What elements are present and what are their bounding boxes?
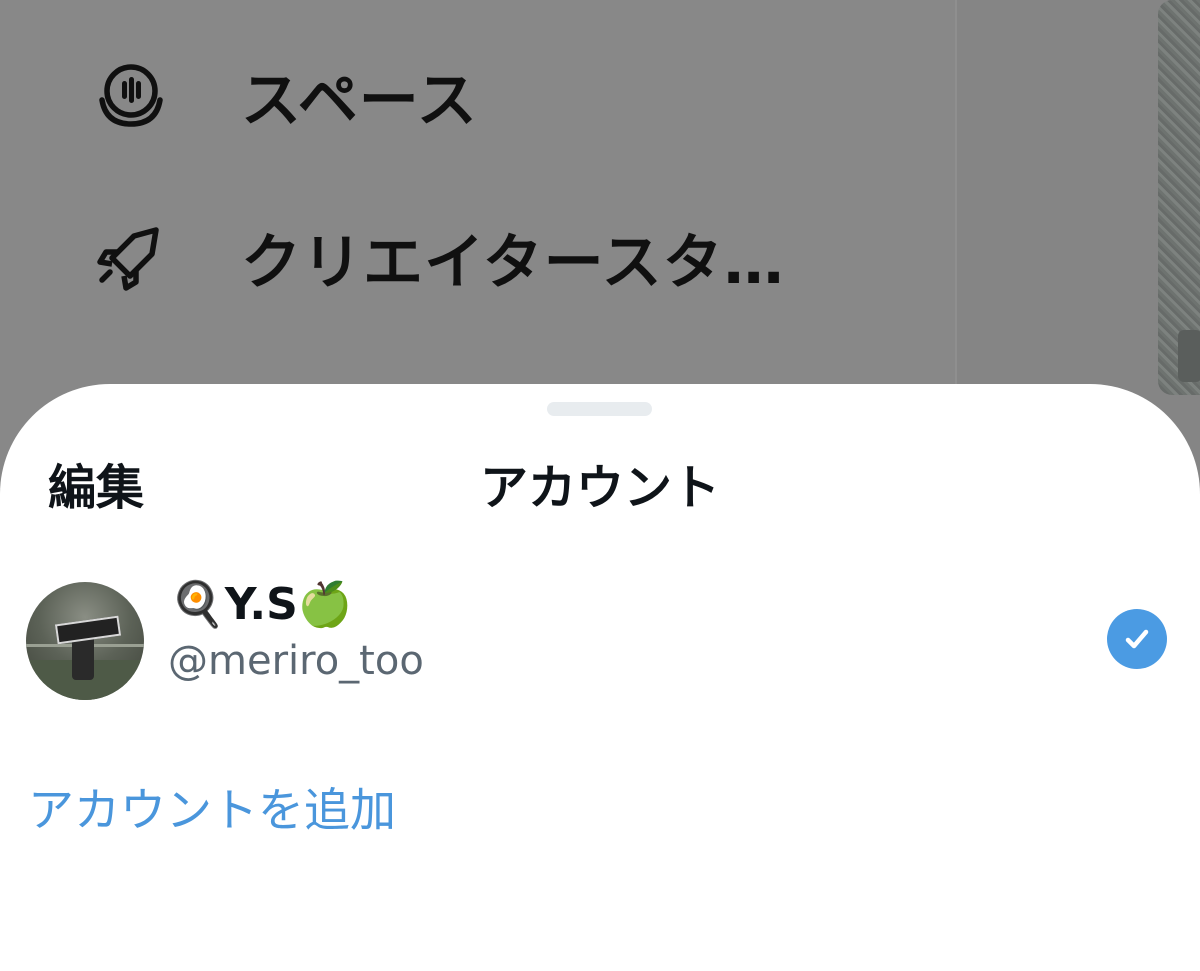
sheet-title: アカウント [479,460,720,516]
background-media-thumbnail [1158,0,1200,395]
sheet-grabber-handle[interactable] [547,402,652,416]
drawer-item-spaces[interactable]: スペース [95,55,478,136]
add-account-link[interactable]: アカウントを追加 [28,774,396,840]
screen: スペース クリエイタースタ… 編集 アカウント 🍳Y.S🍏 @meriro_to… [0,0,1200,971]
drawer-item-creator-studio[interactable]: クリエイタースタ… [95,217,785,298]
rocket-icon [95,221,167,293]
drawer-item-label: クリエイタースタ… [241,227,785,298]
avatar [26,582,144,700]
checkmark-icon [1107,609,1167,669]
account-row[interactable]: 🍳Y.S🍏 @meriro_too [0,574,1200,704]
account-display-name: 🍳Y.S🍏 [170,579,353,630]
drawer-item-label: スペース [241,65,478,136]
account-switcher-sheet: 編集 アカウント 🍳Y.S🍏 @meriro_too アカウントを追加 [0,384,1200,971]
spaces-icon [95,59,167,131]
account-handle: @meriro_too [168,638,424,684]
